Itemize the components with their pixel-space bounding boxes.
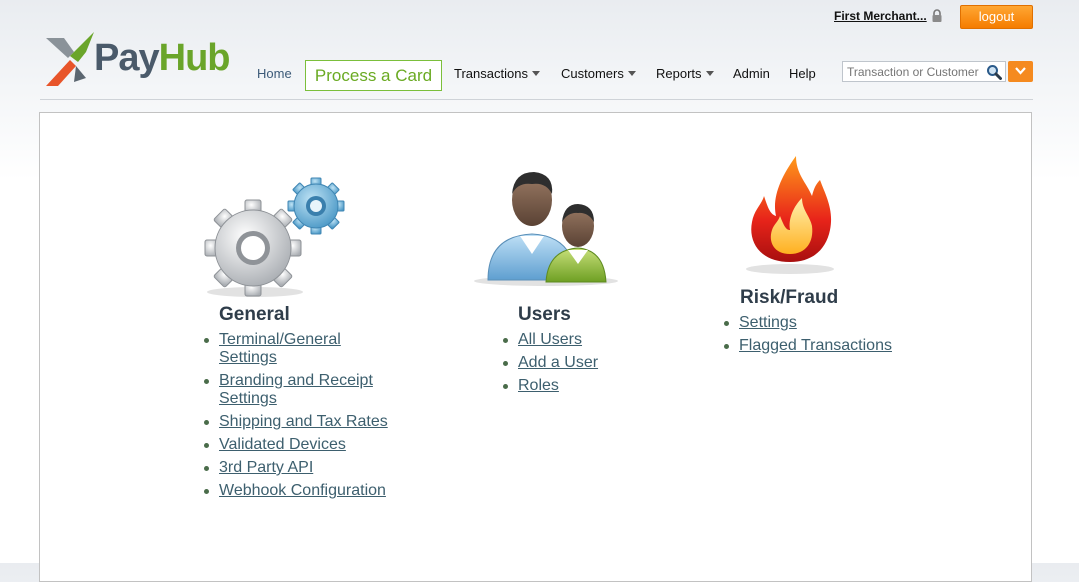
- logout-button[interactable]: logout: [960, 5, 1033, 29]
- risk-settings-link[interactable]: Settings: [739, 314, 797, 331]
- terminal-general-settings-link[interactable]: Terminal/General Settings: [219, 331, 341, 366]
- list-item: All Users: [503, 331, 653, 349]
- nav-customers-label: Customers: [561, 66, 624, 81]
- nav-reports[interactable]: Reports: [656, 66, 714, 81]
- search-input[interactable]: [842, 61, 1006, 82]
- validated-devices-link[interactable]: Validated Devices: [219, 436, 346, 453]
- list-item: Add a User: [503, 354, 653, 372]
- chevron-down-icon: [627, 71, 636, 76]
- roles-link[interactable]: Roles: [518, 377, 559, 394]
- branding-receipt-settings-link[interactable]: Branding and Receipt Settings: [219, 372, 373, 407]
- list-item: Settings: [724, 314, 924, 332]
- flagged-transactions-link[interactable]: Flagged Transactions: [739, 337, 892, 354]
- nav-admin[interactable]: Admin: [733, 66, 770, 81]
- section-title-risk-fraud: Risk/Fraud: [740, 287, 839, 308]
- process-card-button[interactable]: Process a Card: [305, 60, 442, 91]
- fire-icon: [746, 156, 834, 274]
- shipping-tax-rates-link[interactable]: Shipping and Tax Rates: [219, 413, 388, 430]
- risk-links: Settings Flagged Transactions: [724, 314, 924, 360]
- chevron-down-icon: [705, 71, 714, 76]
- nav-transactions[interactable]: Transactions: [454, 66, 540, 81]
- list-item: Roles: [503, 377, 653, 395]
- chevron-down-icon: [1015, 67, 1026, 75]
- list-item: 3rd Party API: [204, 459, 389, 477]
- chevron-down-icon: [531, 71, 540, 76]
- list-item: Shipping and Tax Rates: [204, 413, 389, 431]
- add-user-link[interactable]: Add a User: [518, 354, 598, 371]
- list-item: Validated Devices: [204, 436, 389, 454]
- nav-help[interactable]: Help: [789, 66, 816, 81]
- list-item: Webhook Configuration: [204, 482, 389, 500]
- gears-icon: [204, 177, 345, 297]
- nav-home[interactable]: Home: [257, 66, 292, 81]
- logo-part-pay: Pay: [94, 37, 160, 79]
- nav-reports-label: Reports: [656, 66, 702, 81]
- nav-customers[interactable]: Customers: [561, 66, 636, 81]
- lock-icon: [932, 9, 942, 22]
- payhub-logo-text: PayHub: [94, 37, 230, 80]
- list-item: Terminal/General Settings: [204, 331, 389, 367]
- logo-part-hub: Hub: [158, 37, 231, 79]
- section-title-users: Users: [518, 304, 571, 325]
- list-item: Flagged Transactions: [724, 337, 924, 355]
- users-links: All Users Add a User Roles: [503, 331, 653, 400]
- list-item: Branding and Receipt Settings: [204, 372, 389, 408]
- users-icon: [474, 172, 618, 286]
- merchant-account-link[interactable]: First Merchant...: [834, 9, 927, 23]
- nav-transactions-label: Transactions: [454, 66, 528, 81]
- third-party-api-link[interactable]: 3rd Party API: [219, 459, 313, 476]
- search-icon[interactable]: [986, 64, 1002, 80]
- header-divider: [40, 99, 1033, 100]
- webhook-configuration-link[interactable]: Webhook Configuration: [219, 482, 386, 499]
- general-links: Terminal/General Settings Branding and R…: [204, 331, 389, 505]
- all-users-link[interactable]: All Users: [518, 331, 582, 348]
- search-dropdown-button[interactable]: [1008, 61, 1033, 82]
- section-title-general: General: [219, 304, 290, 325]
